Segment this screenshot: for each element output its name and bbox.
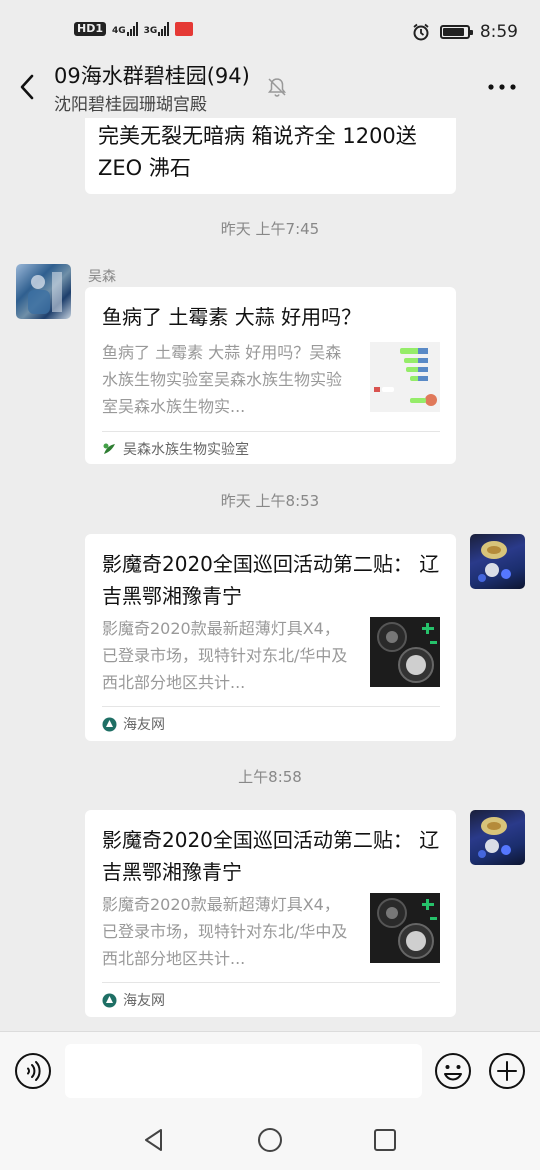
card-source-name: 海友网 bbox=[123, 717, 165, 733]
source-logo-icon bbox=[103, 443, 115, 454]
card-source-name: 海友网 bbox=[123, 993, 165, 1009]
nav-back-icon[interactable] bbox=[141, 1127, 167, 1153]
chat-subtitle: 沈阳碧桂园珊瑚宫殿 bbox=[54, 95, 207, 115]
signal-3g-icon: 3G bbox=[144, 22, 170, 36]
back-arrow-icon[interactable] bbox=[14, 70, 40, 104]
link-card[interactable]: 影魔奇2020全国巡回活动第二贴： 辽吉黑鄂湘豫青宁 影魔奇2020款最新超薄灯… bbox=[85, 810, 456, 1017]
my-avatar[interactable] bbox=[470, 810, 525, 865]
input-bar bbox=[0, 1031, 540, 1106]
card-source[interactable]: 海友网 bbox=[102, 990, 165, 1010]
my-avatar[interactable] bbox=[470, 534, 525, 589]
card-divider bbox=[102, 706, 440, 707]
card-title: 鱼病了 土霉素 大蒜 好用吗？ bbox=[102, 305, 362, 329]
card-divider bbox=[102, 982, 440, 983]
card-title: 影魔奇2020全国巡回活动第二贴： 辽吉黑鄂湘豫青宁 bbox=[102, 552, 440, 608]
card-divider bbox=[102, 431, 440, 432]
nav-home-icon[interactable] bbox=[257, 1127, 283, 1153]
notification-icon bbox=[175, 22, 194, 36]
card-description: 影魔奇2020款最新超薄灯具X4，已登录市场，现特针对东北/华中及西北部分地区共… bbox=[102, 619, 348, 692]
clock: 8:59 bbox=[479, 22, 518, 42]
system-nav-bar bbox=[0, 1106, 540, 1170]
timestamp: 上午8:58 bbox=[238, 768, 302, 786]
link-card[interactable]: 影魔奇2020全国巡回活动第二贴： 辽吉黑鄂湘豫青宁 影魔奇2020款最新超薄灯… bbox=[85, 534, 456, 741]
voice-icon[interactable] bbox=[14, 1052, 52, 1090]
plus-icon[interactable] bbox=[488, 1052, 526, 1090]
status-left: HD1 4G 3G bbox=[74, 22, 194, 36]
emoji-icon[interactable] bbox=[434, 1052, 472, 1090]
message-list[interactable]: 完美无裂无暗病 箱说齐全 1200送ZEO 沸石 昨天 上午7:45 吴森 鱼病… bbox=[0, 118, 540, 1030]
sender-avatar[interactable] bbox=[16, 264, 71, 319]
source-logo-icon bbox=[102, 993, 117, 1007]
source-logo-icon bbox=[102, 717, 117, 731]
card-thumbnail bbox=[370, 617, 440, 687]
card-title: 影魔奇2020全国巡回活动第二贴： 辽吉黑鄂湘豫青宁 bbox=[102, 828, 440, 884]
sender-name: 吴森 bbox=[88, 269, 116, 285]
status-bar: HD1 4G 3G 8:59 bbox=[0, 0, 540, 64]
alarm-icon bbox=[413, 23, 429, 41]
chat-header: 09海水群碧桂园(94) 沈阳碧桂园珊瑚宫殿 bbox=[0, 56, 540, 118]
card-source[interactable]: 吴森水族生物实验室 bbox=[102, 439, 249, 459]
status-right: 8:59 bbox=[412, 22, 518, 42]
card-thumbnail bbox=[370, 342, 440, 412]
text-message-bubble[interactable]: 完美无裂无暗病 箱说齐全 1200送ZEO 沸石 bbox=[85, 118, 456, 194]
card-description: 影魔奇2020款最新超薄灯具X4，已登录市场，现特针对东北/华中及西北部分地区共… bbox=[102, 895, 348, 968]
message-input[interactable] bbox=[65, 1044, 422, 1098]
more-dots-icon[interactable] bbox=[486, 76, 518, 98]
card-source[interactable]: 海友网 bbox=[102, 714, 165, 734]
timestamp: 昨天 上午8:53 bbox=[220, 492, 320, 510]
battery-icon bbox=[439, 25, 473, 39]
card-source-name: 吴森水族生物实验室 bbox=[123, 442, 249, 458]
signal-4g-icon: 4G bbox=[112, 22, 138, 36]
card-thumbnail bbox=[370, 893, 440, 963]
timestamp: 昨天 上午7:45 bbox=[220, 220, 320, 238]
nav-recent-icon[interactable] bbox=[372, 1127, 398, 1153]
chat-title[interactable]: 09海水群碧桂园(94) bbox=[54, 60, 250, 90]
message-text: 完美无裂无暗病 箱说齐全 1200送ZEO 沸石 bbox=[98, 124, 417, 180]
hd-badge: HD1 bbox=[74, 22, 106, 36]
card-description: 鱼病了 土霉素 大蒜 好用吗？吴森水族生物实验室吴森水族生物实验室吴森水族生物实… bbox=[102, 343, 343, 416]
mute-bell-icon bbox=[267, 78, 287, 97]
link-card[interactable]: 鱼病了 土霉素 大蒜 好用吗？ 鱼病了 土霉素 大蒜 好用吗？吴森水族生物实验室… bbox=[85, 287, 456, 464]
